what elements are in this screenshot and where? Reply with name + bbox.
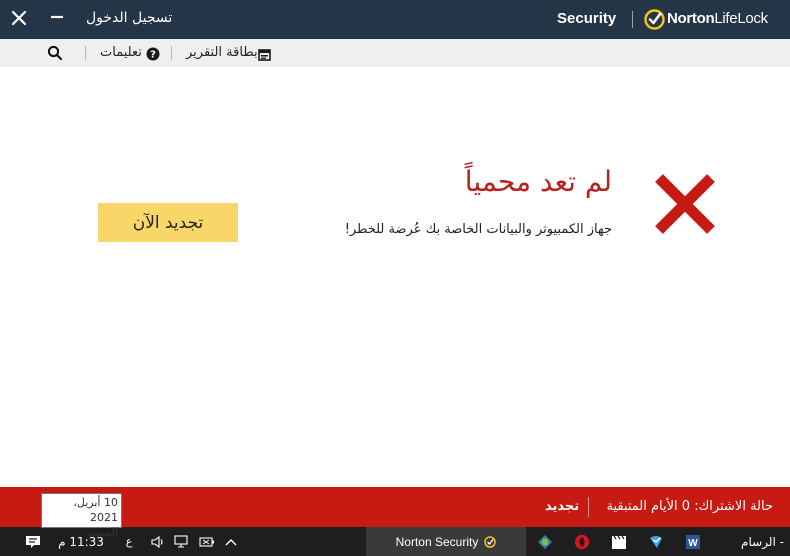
help-link[interactable]: تعليمات <box>100 45 142 60</box>
report-card-link[interactable]: بطاقة التقرير <box>186 45 258 60</box>
tooltip-date: 10 أبريل، 2021 <box>73 496 118 524</box>
toolbar-divider <box>171 46 172 60</box>
subscription-divider <box>588 497 589 517</box>
video-app-button[interactable] <box>606 527 632 556</box>
color-icon <box>538 534 552 549</box>
notification-icon <box>26 535 40 548</box>
status-description: جهاز الكمبيوتر والبيانات الخاصة بك عُرضة… <box>344 222 612 237</box>
brand-regular: LifeLock <box>714 10 768 27</box>
tooltip-day: السبت <box>87 526 118 539</box>
windows-taskbar: 11:33 م ع Norton Security W - الرسام <box>0 527 790 556</box>
video-icon <box>612 535 626 549</box>
search-button[interactable] <box>47 45 63 61</box>
svg-text:?: ? <box>150 50 156 61</box>
close-icon <box>11 10 27 26</box>
input-language[interactable]: ع <box>122 527 136 556</box>
word-app-button[interactable]: W <box>680 527 706 556</box>
brand-bold: Norton <box>667 10 715 27</box>
close-button[interactable] <box>8 7 30 29</box>
toolbar: تعليمات ? بطاقة التقرير <box>0 39 790 67</box>
norton-window: تسجيل الدخول Security NortonLifeLock تعل… <box>0 0 790 556</box>
svg-text:W: W <box>688 538 698 549</box>
not-protected-x-icon <box>653 172 717 236</box>
norton-task-label: Norton Security <box>395 534 479 549</box>
paint-task[interactable]: - الرسام <box>735 527 790 556</box>
help-icon: ? <box>146 46 160 61</box>
chevron-up-icon <box>225 538 237 545</box>
opera-icon <box>575 534 589 549</box>
word-icon: W <box>686 534 700 549</box>
shield-app-button[interactable] <box>643 527 669 556</box>
search-icon <box>47 45 63 61</box>
volume-button[interactable] <box>148 527 168 556</box>
title-bar: تسجيل الدخول Security NortonLifeLock <box>0 0 790 39</box>
toolbar-divider <box>85 46 86 60</box>
norton-security-task[interactable]: Norton Security <box>366 527 526 556</box>
shield-app-icon <box>650 535 662 548</box>
date-tooltip: 10 أبريل، 2021 السبت <box>41 493 122 539</box>
battery-icon <box>199 536 214 547</box>
color-app-button[interactable] <box>532 527 558 556</box>
action-center-button[interactable] <box>22 527 44 556</box>
opera-app-button[interactable] <box>569 527 595 556</box>
network-icon <box>174 534 188 548</box>
norton-check-logo-icon <box>644 9 665 30</box>
network-button[interactable] <box>172 527 192 556</box>
brand-divider <box>632 11 633 28</box>
minimize-button[interactable] <box>46 8 68 28</box>
minimize-icon <box>51 15 63 19</box>
calendar-icon <box>258 46 271 61</box>
status-title: لم تعد محمياً <box>464 165 612 198</box>
product-name: Security <box>557 10 617 27</box>
renew-now-button[interactable]: تجديد الآن <box>98 203 238 242</box>
show-hidden-icons-button[interactable] <box>222 527 240 556</box>
brand-name: NortonLifeLock <box>667 10 768 27</box>
volume-icon <box>151 535 163 548</box>
norton-task-icon <box>484 535 497 548</box>
renew-link[interactable]: تجديد <box>545 499 579 514</box>
battery-button[interactable] <box>197 527 217 556</box>
sign-in-link[interactable]: تسجيل الدخول <box>86 10 172 26</box>
subscription-status: حالة الاشتراك: 0 الأيام المتبقية <box>606 499 773 514</box>
